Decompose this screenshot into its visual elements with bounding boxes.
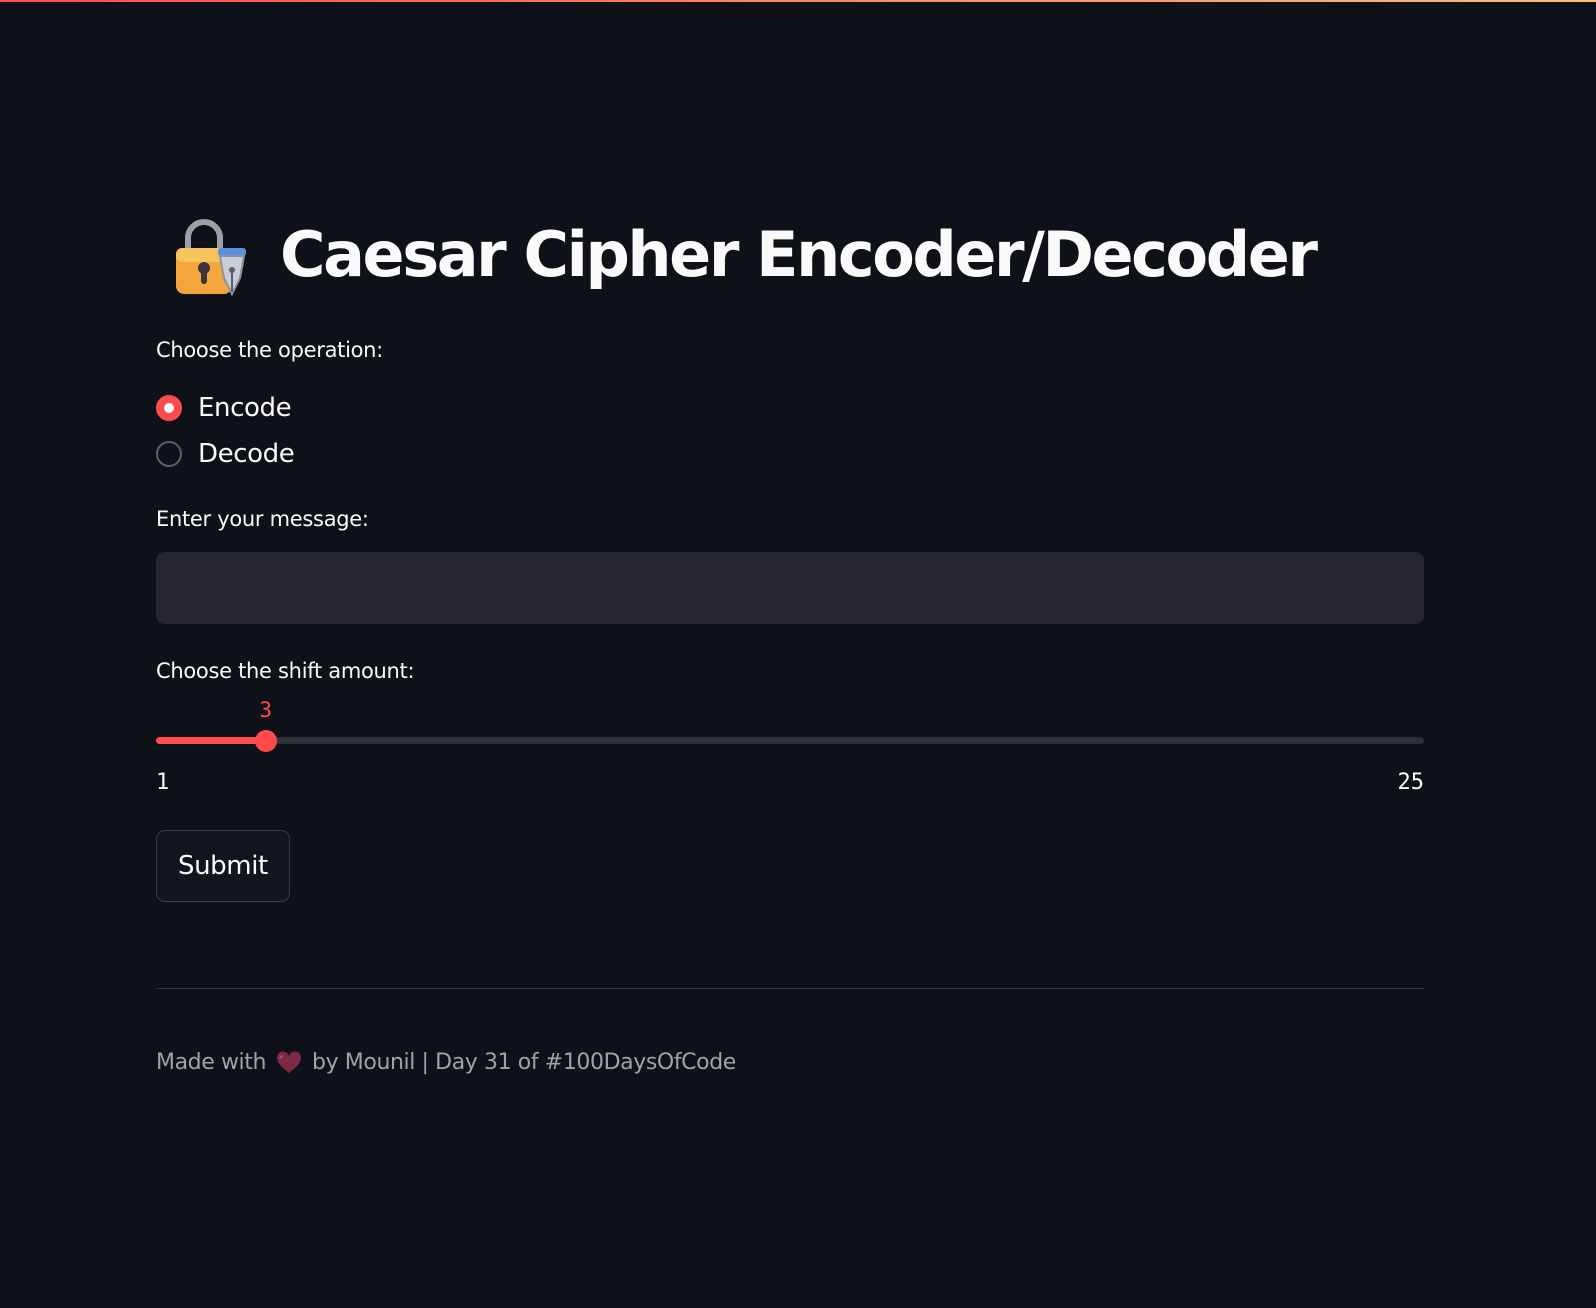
footer: Made with by Mounil | Day 31 of #100Days… — [156, 1050, 736, 1075]
slider-max-label: 25 — [1397, 770, 1425, 795]
shift-label: Choose the shift amount: — [156, 659, 415, 683]
slider-value: 3 — [259, 698, 272, 722]
app-header-decoration — [0, 0, 1596, 2]
radio-button-encode[interactable] — [156, 395, 182, 421]
divider — [156, 988, 1424, 989]
radio-option-encode[interactable]: Encode — [156, 390, 292, 426]
lock-with-pen-icon — [170, 214, 252, 297]
footer-suffix: by Mounil | Day 31 of #100DaysOfCode — [312, 1050, 736, 1075]
shift-slider-fill — [156, 737, 266, 744]
footer-prefix: Made with — [156, 1050, 267, 1075]
heart-icon — [276, 1050, 302, 1075]
radio-button-decode[interactable] — [156, 441, 182, 467]
radio-option-decode[interactable]: Decode — [156, 436, 295, 472]
message-label: Enter your message: — [156, 507, 369, 531]
page-title-row: Caesar Cipher Encoder/Decoder — [170, 210, 1318, 300]
slider-min-label: 1 — [156, 770, 170, 795]
submit-button[interactable]: Submit — [156, 830, 290, 902]
operation-label: Choose the operation: — [156, 338, 383, 362]
radio-label-encode: Encode — [198, 393, 292, 423]
page-title: Caesar Cipher Encoder/Decoder — [280, 218, 1318, 291]
shift-slider-track[interactable] — [156, 737, 1424, 744]
message-input[interactable] — [156, 552, 1424, 624]
shift-slider-thumb[interactable] — [254, 730, 277, 752]
radio-label-decode: Decode — [198, 439, 295, 469]
